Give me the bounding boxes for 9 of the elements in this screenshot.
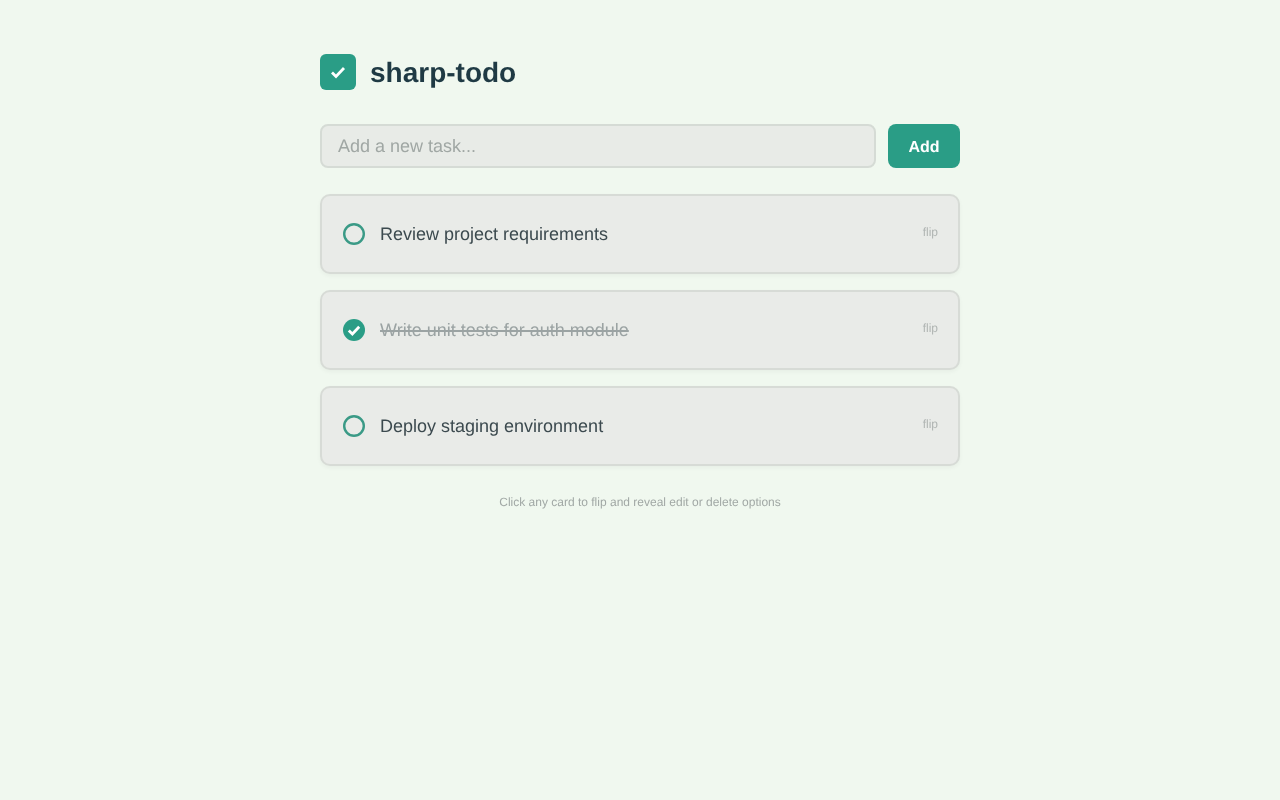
app-title: sharp-todo bbox=[370, 56, 517, 88]
task-checkbox[interactable] bbox=[342, 222, 366, 246]
task-text: Write unit tests for auth module bbox=[380, 320, 631, 340]
task-text: Review project requirements bbox=[380, 224, 611, 244]
new-task-field[interactable]: Add a new task... bbox=[320, 124, 876, 168]
task-checkbox[interactable] bbox=[342, 318, 366, 342]
task-text: Deploy staging environment bbox=[380, 416, 606, 436]
task-checkbox[interactable] bbox=[342, 414, 366, 438]
logo-icon bbox=[320, 54, 356, 90]
